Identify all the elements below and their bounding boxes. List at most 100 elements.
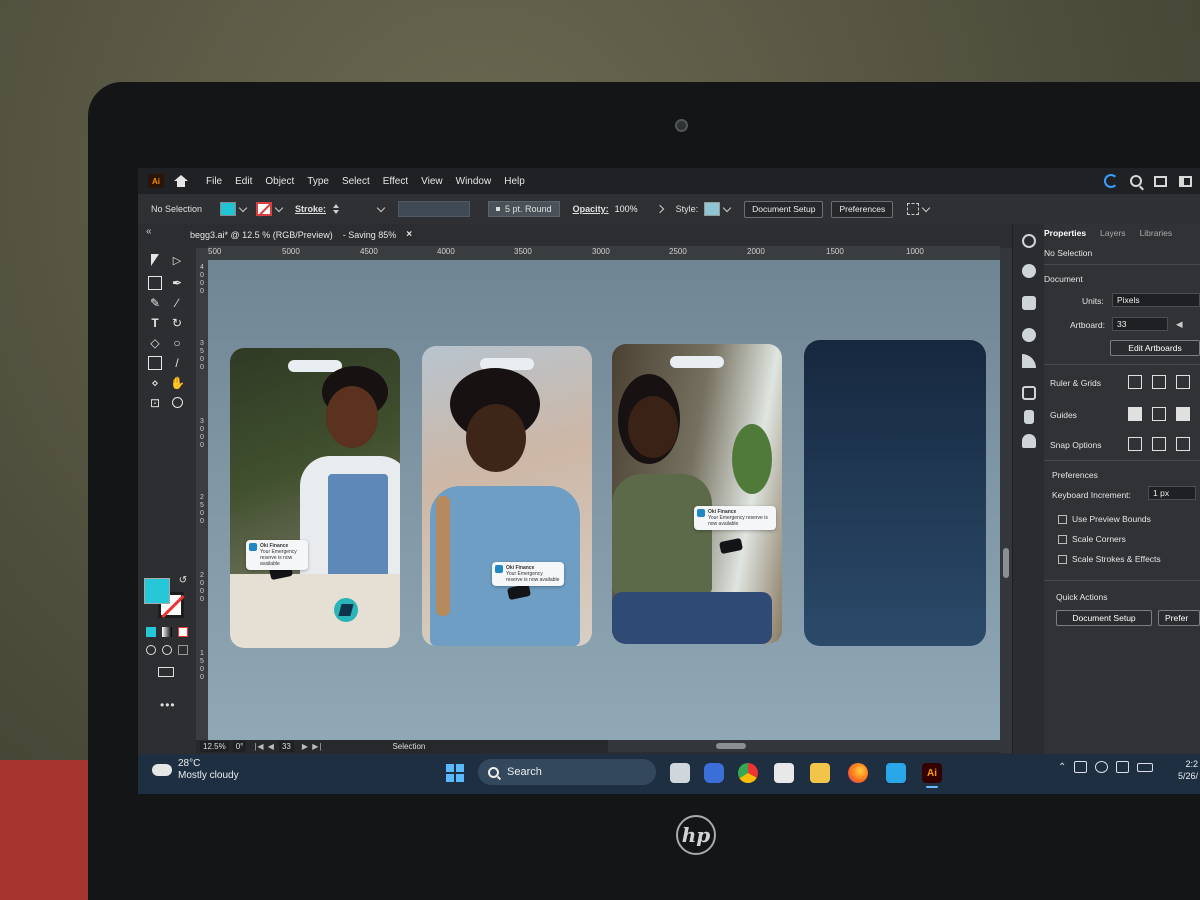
first-artboard-icon[interactable]: |◀ ◀ [254, 742, 275, 751]
rotate-view-field[interactable]: 0° [232, 741, 247, 752]
menu-file[interactable]: File [206, 176, 222, 187]
draw-normal-icon[interactable] [146, 645, 156, 655]
collapse-panel-icon[interactable]: « [146, 226, 152, 237]
draw-inside-icon[interactable] [178, 645, 188, 655]
opacity-field[interactable]: 100% [615, 202, 649, 216]
brushes-icon[interactable] [1024, 410, 1034, 424]
color-guide-icon[interactable] [1022, 328, 1036, 342]
paintbrush-tool-icon[interactable]: ∕ [170, 296, 184, 310]
clock[interactable]: 2:2 5/26/ [1178, 758, 1198, 782]
horizontal-scrollbar[interactable] [608, 740, 1000, 752]
gradient-mode-icon[interactable] [162, 627, 172, 637]
smart-guides-icon[interactable] [1152, 407, 1166, 421]
preferences-button[interactable]: Preferences [831, 200, 894, 218]
zoom-level-field[interactable]: 12.5% [200, 741, 229, 752]
tab-layers[interactable]: Layers [1100, 228, 1126, 238]
opacity-label[interactable]: Opacity: [573, 204, 609, 214]
eraser-tool-icon[interactable]: ◇ [148, 336, 162, 350]
swap-colors-icon[interactable]: ↺ [176, 574, 190, 588]
lock-guides-icon[interactable] [1176, 407, 1190, 421]
graphic-style-swatch[interactable] [704, 202, 721, 216]
stroke-swatch[interactable] [256, 202, 273, 216]
calendar-app-icon[interactable] [774, 763, 794, 783]
volume-icon[interactable] [1116, 761, 1130, 773]
use-preview-bounds-checkbox[interactable] [1058, 515, 1067, 524]
windows-start-icon[interactable] [446, 764, 464, 782]
appearance-icon[interactable] [1022, 234, 1036, 248]
tab-properties[interactable]: Properties [1044, 228, 1086, 238]
fill-color[interactable] [144, 578, 170, 604]
shape-builder-tool-icon[interactable]: ⋄ [148, 376, 162, 390]
selection-tool-icon[interactable] [148, 254, 162, 268]
artboard-canvas[interactable]: Oki Finance Your Emergency reserve is no… [208, 260, 1000, 740]
symbols-icon[interactable] [1022, 434, 1036, 448]
menu-help[interactable]: Help [504, 176, 525, 187]
snap-to-glyph-icon[interactable] [1176, 437, 1190, 451]
scale-strokes-effects-checkbox[interactable] [1058, 555, 1067, 564]
chevron-up-icon[interactable]: ⌃ [1058, 762, 1066, 773]
vertical-scrollbar[interactable] [1000, 248, 1012, 753]
task-view-icon[interactable] [670, 763, 690, 783]
document-tab[interactable]: begg3.ai* @ 12.5 % (RGB/Preview) - Savin… [190, 226, 412, 243]
chevron-down-icon[interactable] [274, 203, 284, 212]
file-explorer-icon[interactable] [810, 763, 830, 783]
weather-widget[interactable]: 28°C Mostly cloudy [149, 758, 239, 782]
artboard-navigation-field[interactable]: 33 [278, 741, 294, 752]
illustrator-taskbar-icon[interactable]: Ai [922, 763, 942, 783]
edit-artboards-button[interactable]: Edit Artboards [1110, 340, 1200, 356]
menu-select[interactable]: Select [342, 176, 370, 187]
variable-width-profile[interactable] [398, 201, 471, 217]
scroll-thumb[interactable] [716, 743, 746, 749]
edit-toolbar-icon[interactable]: ••• [160, 698, 176, 712]
ruler-icon[interactable] [1128, 375, 1142, 389]
hand-tool-icon[interactable]: ✋ [170, 376, 185, 390]
menu-edit[interactable]: Edit [235, 176, 252, 187]
artboard-2[interactable]: Oki Finance Your Emergency reserve is no… [422, 346, 592, 646]
curvature-tool-icon[interactable]: ✎ [148, 296, 162, 310]
swatches-icon[interactable] [1022, 386, 1036, 400]
artboard-tool-icon[interactable]: ⊡ [148, 396, 162, 410]
color-icon[interactable] [1022, 264, 1036, 278]
units-dropdown[interactable]: Pixels [1112, 293, 1200, 307]
gradient-tool-icon[interactable] [148, 356, 162, 370]
menu-window[interactable]: Window [456, 176, 492, 187]
snap-to-pixel-icon[interactable] [1152, 437, 1166, 451]
direct-selection-tool-icon[interactable]: ▷ [170, 254, 184, 268]
quick-document-setup-button[interactable]: Document Setup [1056, 610, 1152, 626]
transparency-grid-icon[interactable] [1176, 375, 1190, 389]
artboard-4[interactable] [804, 340, 986, 646]
scale-corners-checkbox[interactable] [1058, 535, 1067, 544]
keyboard-increment-field[interactable]: 1 px [1148, 486, 1196, 500]
type-tool-icon[interactable]: T [148, 316, 162, 330]
snap-to-point-icon[interactable] [1128, 437, 1142, 451]
home-icon[interactable] [174, 175, 188, 187]
eyedropper-tool-icon[interactable]: / [170, 356, 184, 370]
chevron-down-icon[interactable] [238, 203, 248, 212]
notification-off-icon[interactable] [1074, 761, 1088, 773]
comments-icon[interactable] [1022, 296, 1036, 310]
transparency-icon[interactable] [1022, 354, 1036, 368]
chevron-down-icon[interactable] [376, 203, 386, 212]
firefox-icon[interactable] [848, 763, 868, 783]
rotate-tool-icon[interactable]: ↻ [170, 316, 184, 330]
rectangle-tool-icon[interactable] [148, 276, 162, 290]
brush-definition[interactable]: 5 pt. Round [488, 201, 560, 217]
fill-swatch[interactable] [220, 202, 237, 216]
chevron-right-icon[interactable] [655, 204, 664, 214]
photos-icon[interactable] [886, 763, 906, 783]
draw-behind-icon[interactable] [162, 645, 172, 655]
artboard-1[interactable]: Oki Finance Your Emergency reserve is no… [230, 348, 400, 648]
close-tab-icon[interactable]: × [406, 229, 412, 240]
tab-libraries[interactable]: Libraries [1140, 228, 1173, 238]
chrome-icon[interactable] [738, 763, 758, 783]
stroke-weight-stepper[interactable] [332, 204, 340, 214]
pen-tool-icon[interactable]: ✒ [170, 276, 184, 290]
cloud-sync-icon[interactable] [1104, 174, 1118, 188]
chevron-down-icon[interactable] [922, 203, 931, 212]
artboard-dropdown[interactable]: 33 [1112, 317, 1168, 331]
meet-icon[interactable] [704, 763, 724, 783]
workspace-icon[interactable] [1179, 175, 1192, 187]
next-artboard-icon[interactable]: ▶ ▶| [302, 742, 323, 751]
chevron-down-icon[interactable] [722, 203, 732, 212]
previous-artboard-icon[interactable]: ◀ [1176, 319, 1183, 330]
